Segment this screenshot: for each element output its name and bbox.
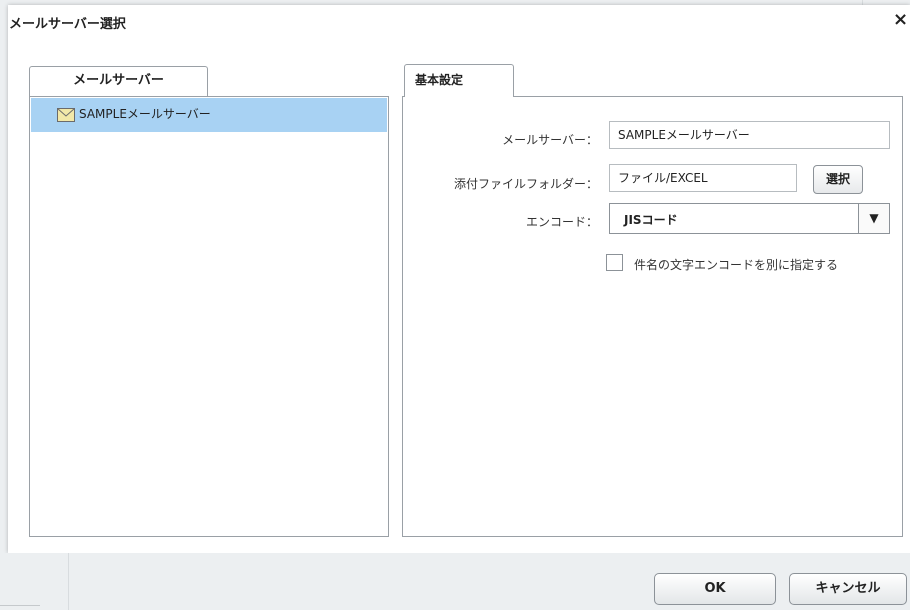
- ok-button[interactable]: OK: [654, 573, 776, 605]
- chevron-down-icon[interactable]: ▼: [858, 204, 889, 233]
- list-item-label: SAMPLEメールサーバー: [79, 107, 211, 121]
- select-folder-button[interactable]: 選択: [813, 165, 863, 194]
- subject-encoding-checkbox[interactable]: [606, 254, 623, 271]
- footer-separator: [68, 553, 69, 610]
- list-item[interactable]: SAMPLEメールサーバー: [31, 98, 387, 132]
- close-icon[interactable]: ×: [891, 9, 910, 31]
- attach-folder-field[interactable]: ファイル/EXCEL: [609, 164, 797, 192]
- settings-panel: [402, 96, 903, 537]
- mail-icon: [57, 108, 75, 122]
- mail-server-label: メールサーバー：: [502, 133, 598, 147]
- tab-mail-server-list[interactable]: メールサーバー: [29, 66, 208, 96]
- subject-encoding-label: 件名の文字エンコードを別に指定する: [634, 258, 839, 272]
- encode-select[interactable]: JISコード ▼: [609, 203, 890, 234]
- footer-divider: [0, 605, 40, 606]
- mail-server-field[interactable]: SAMPLEメールサーバー: [609, 121, 890, 149]
- cancel-button[interactable]: キャンセル: [789, 573, 907, 605]
- encode-label: エンコード：: [525, 215, 598, 229]
- attach-folder-label: 添付ファイルフォルダー：: [453, 177, 598, 191]
- dialog-title: メールサーバー選択: [9, 17, 126, 32]
- mail-server-list: SAMPLEメールサーバー: [29, 96, 389, 537]
- tab-basic-settings[interactable]: 基本設定: [404, 64, 514, 97]
- encode-selected-value: JISコード: [624, 213, 678, 227]
